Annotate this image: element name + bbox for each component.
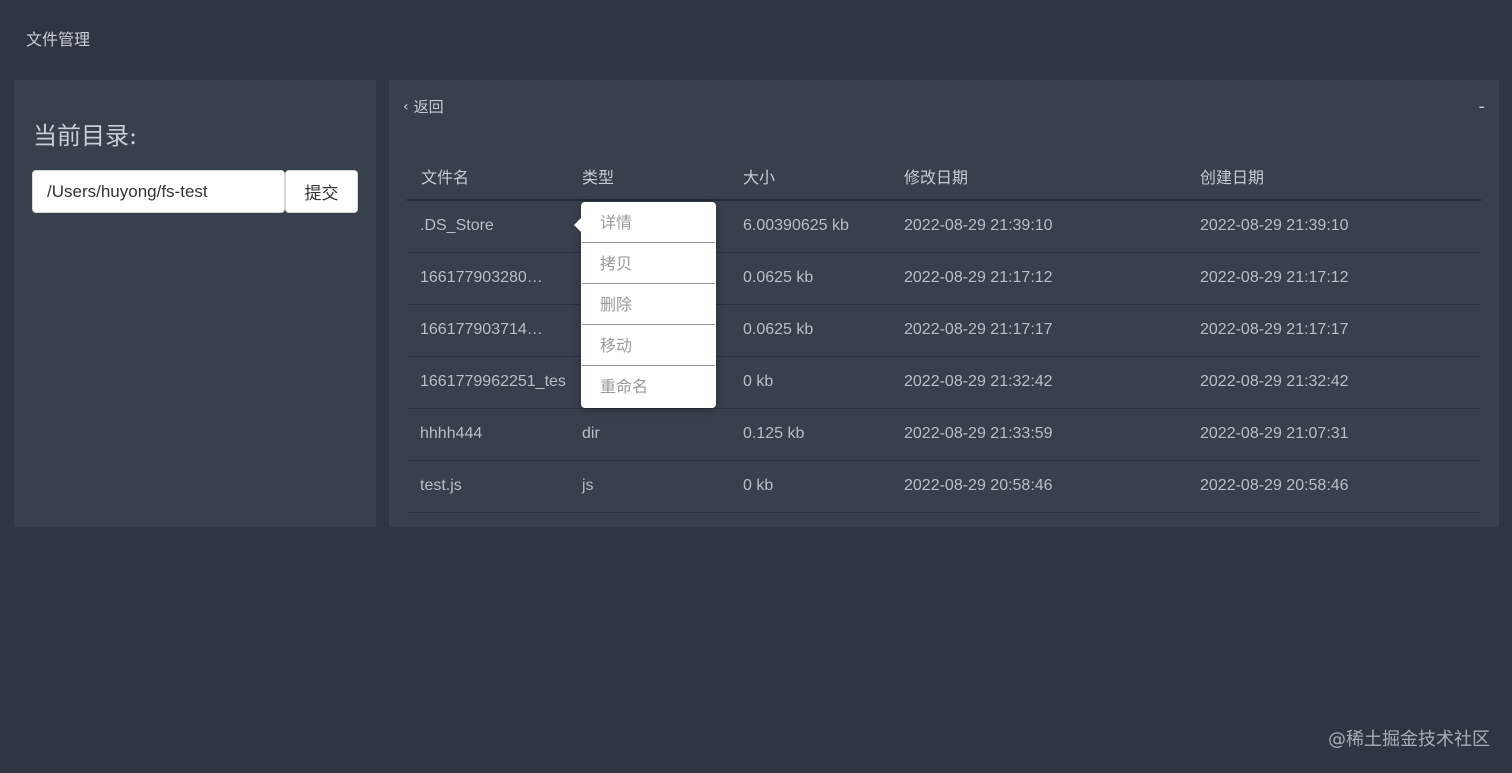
menu-item-copy[interactable]: 拷贝 [582, 243, 715, 284]
cell-size: 0.0625 kb [729, 252, 890, 305]
back-button[interactable]: ‹ 返回 [403, 96, 444, 117]
file-list-panel: ‹ 返回 - 文件名 类型 大小 修改日期 创建日期 .DS_Store 6.0… [389, 80, 1499, 527]
cell-name: 1661779962251_tes [407, 356, 568, 409]
table-row[interactable]: 166177903714… 0.0625 kb 2022-08-29 21:17… [407, 304, 1481, 357]
path-input[interactable] [32, 170, 285, 213]
table-row[interactable]: hhhh444 dir 0.125 kb 2022-08-29 21:33:59… [407, 408, 1481, 461]
cell-name: 166177903280… [407, 252, 568, 305]
header-type[interactable]: 类型 [568, 152, 729, 201]
cell-modified: 2022-08-29 21:17:17 [890, 304, 1186, 357]
cell-name: hhhh444 [407, 408, 568, 461]
menu-item-details[interactable]: 详情 [582, 202, 715, 243]
menu-item-move[interactable]: 移动 [582, 325, 715, 366]
current-directory-label: 当前目录: [33, 122, 138, 150]
cell-type: dir [568, 408, 729, 461]
context-menu: 详情 拷贝 删除 移动 重命名 [574, 202, 716, 408]
table-row[interactable]: .DS_Store 6.00390625 kb 2022-08-29 21:39… [407, 200, 1481, 253]
header-created[interactable]: 创建日期 [1186, 152, 1481, 201]
cell-name: .DS_Store [407, 200, 568, 253]
cell-size: 0.125 kb [729, 408, 890, 461]
header-modified[interactable]: 修改日期 [890, 152, 1186, 201]
cell-name: 166177903714… [407, 304, 568, 357]
cell-created: 2022-08-29 20:58:46 [1186, 460, 1481, 513]
table-row[interactable]: 1661779962251_tes 0 kb 2022-08-29 21:32:… [407, 356, 1481, 409]
cell-modified: 2022-08-29 21:39:10 [890, 200, 1186, 253]
cell-created: 2022-08-29 21:17:12 [1186, 252, 1481, 305]
header-size[interactable]: 大小 [729, 152, 890, 201]
cell-size: 0 kb [729, 460, 890, 513]
cell-modified: 2022-08-29 21:17:12 [890, 252, 1186, 305]
submit-button[interactable]: 提交 [285, 170, 358, 213]
file-table: 文件名 类型 大小 修改日期 创建日期 .DS_Store 6.00390625… [407, 152, 1481, 513]
cell-modified: 2022-08-29 21:32:42 [890, 356, 1186, 409]
cell-size: 0 kb [729, 356, 890, 409]
watermark: @稀土掘金技术社区 [1328, 729, 1490, 750]
app-title: 文件管理 [26, 30, 91, 49]
cell-modified: 2022-08-29 20:58:46 [890, 460, 1186, 513]
cell-name: test.js [407, 460, 568, 513]
table-row[interactable]: 166177903280… 0.0625 kb 2022-08-29 21:17… [407, 252, 1481, 305]
cell-created: 2022-08-29 21:32:42 [1186, 356, 1481, 409]
cell-type: js [568, 460, 729, 513]
table-row[interactable]: test.js js 0 kb 2022-08-29 20:58:46 2022… [407, 460, 1481, 513]
cell-created: 2022-08-29 21:07:31 [1186, 408, 1481, 461]
cell-size: 6.00390625 kb [729, 200, 890, 253]
table-header-row: 文件名 类型 大小 修改日期 创建日期 [407, 152, 1481, 201]
menu-item-delete[interactable]: 删除 [582, 284, 715, 325]
minimize-icon[interactable]: - [1479, 96, 1486, 117]
chevron-left-icon: ‹ [403, 98, 409, 115]
cell-created: 2022-08-29 21:17:17 [1186, 304, 1481, 357]
back-label: 返回 [413, 98, 444, 116]
cell-size: 0.0625 kb [729, 304, 890, 357]
header-filename[interactable]: 文件名 [407, 152, 568, 201]
menu-item-rename[interactable]: 重命名 [582, 366, 715, 407]
cell-created: 2022-08-29 21:39:10 [1186, 200, 1481, 253]
cell-modified: 2022-08-29 21:33:59 [890, 408, 1186, 461]
directory-panel: 当前目录: 提交 [14, 80, 376, 527]
